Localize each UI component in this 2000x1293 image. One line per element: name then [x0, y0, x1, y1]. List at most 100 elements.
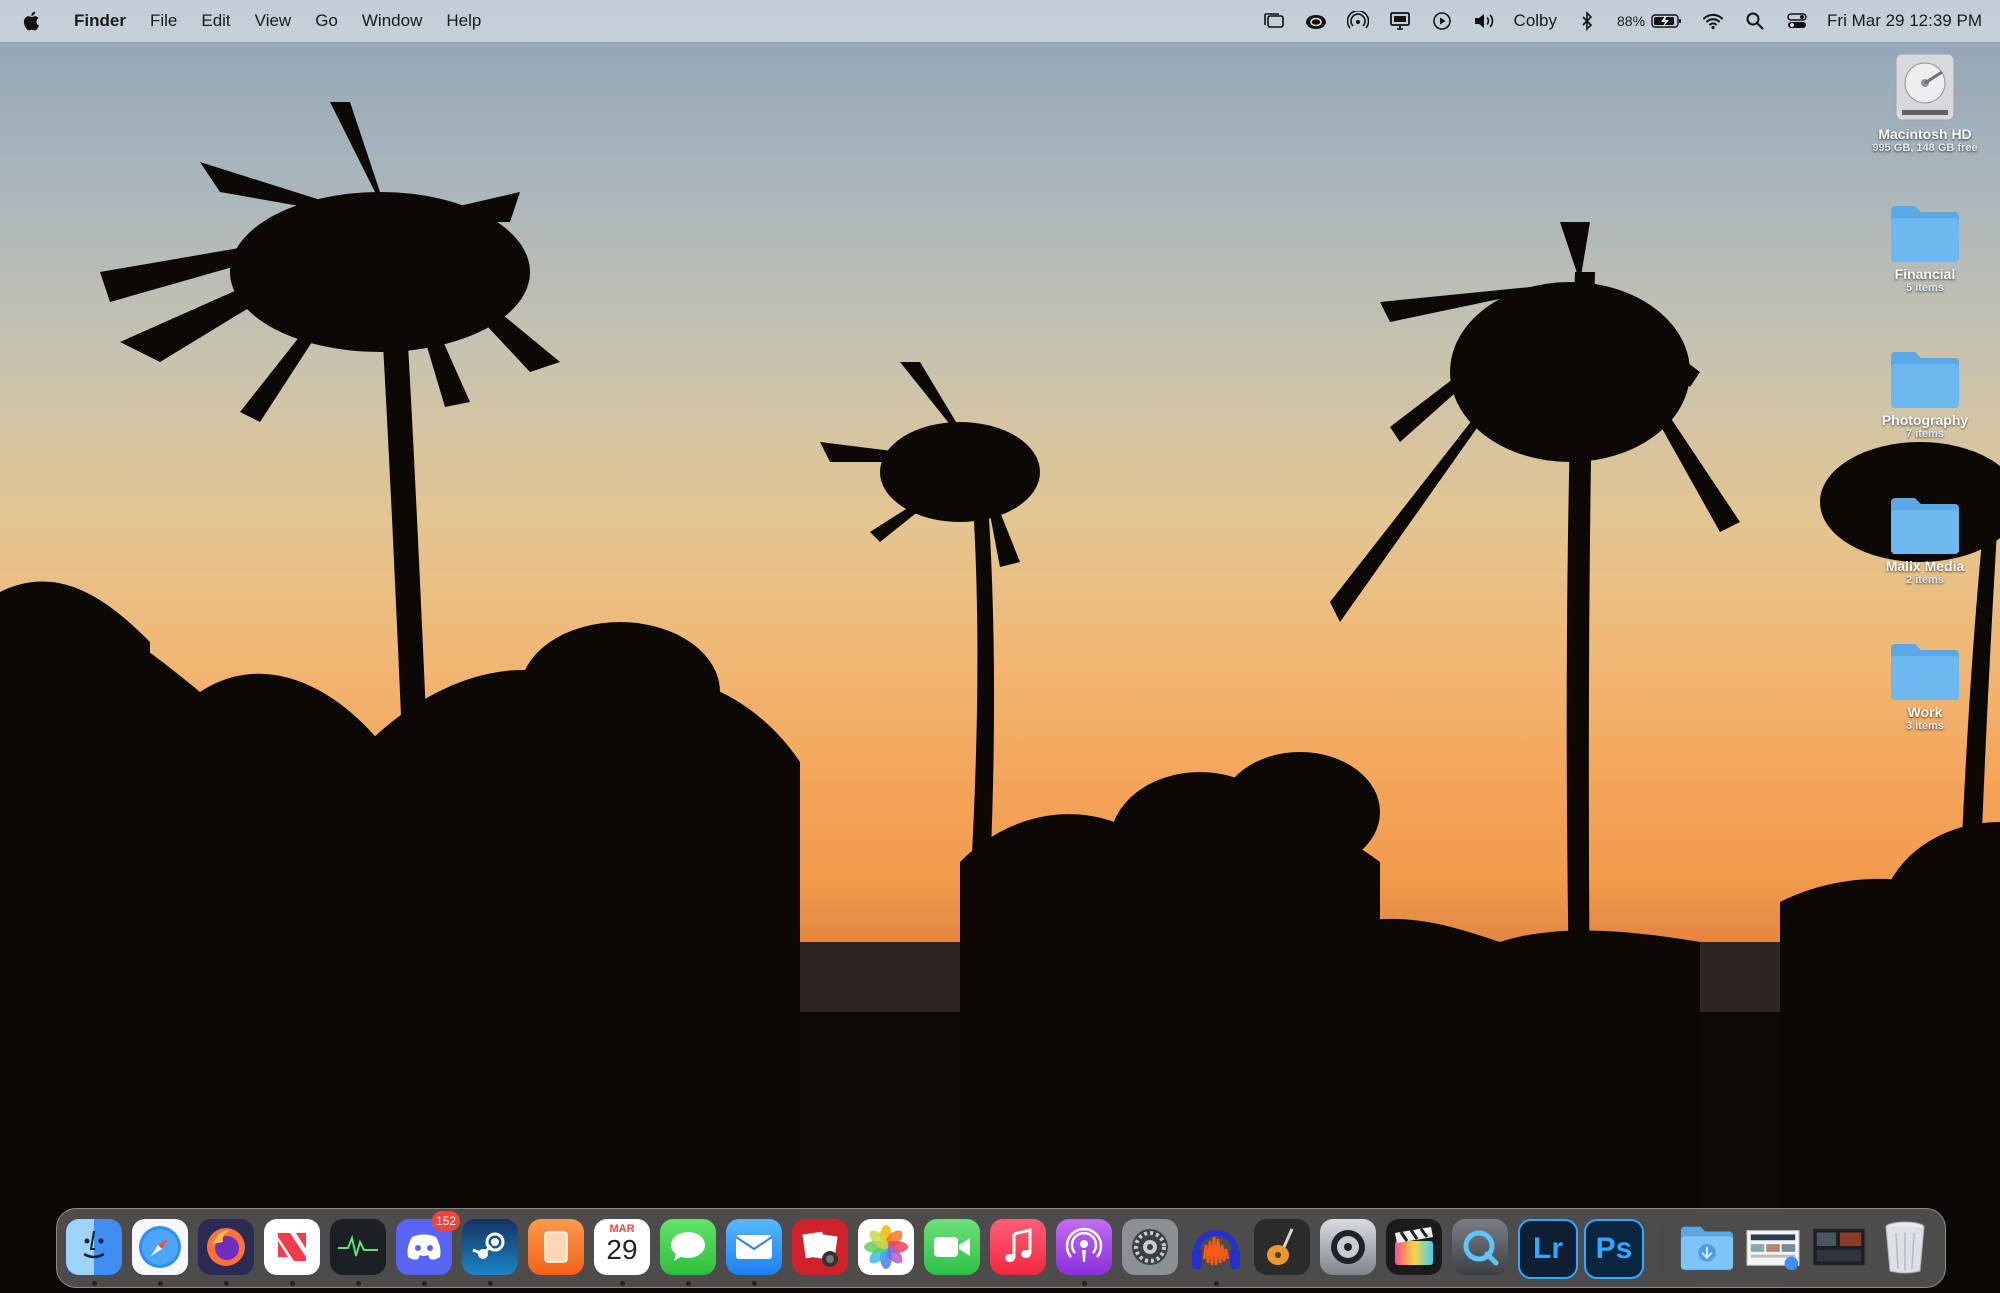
desktop-item-label: Macintosh HD [1878, 126, 1972, 142]
menu-go[interactable]: Go [303, 0, 350, 42]
desktop-item-label: Financial [1894, 266, 1956, 282]
dock-lightroom[interactable]: Lr [1518, 1219, 1578, 1279]
creative-cloud-icon[interactable] [1304, 9, 1328, 33]
guitar-icon [1267, 1228, 1294, 1265]
dock: 152 MAR 29 Lr Ps [56, 1208, 1946, 1288]
battery-charging-icon [1651, 9, 1683, 33]
desktop-folder-malix-media[interactable]: Malix Media 2 items [1855, 492, 1995, 586]
desktop-folder-financial[interactable]: Financial 5 items [1855, 200, 1995, 294]
dock-garageband[interactable] [1254, 1219, 1310, 1275]
running-indicator [422, 1281, 427, 1286]
running-indicator [1082, 1281, 1087, 1286]
running-indicator [290, 1281, 295, 1286]
running-indicator [686, 1281, 691, 1286]
messages-bubble-icon [671, 1232, 705, 1261]
desktop-item-info: 3 items [1906, 720, 1944, 732]
dock-calendar[interactable]: MAR 29 [594, 1219, 650, 1275]
music-note-icon [1005, 1228, 1032, 1262]
desktop-item-info: 7 items [1906, 428, 1944, 440]
wallpaper-palm-sunset [0, 102, 2000, 1293]
dock-audacity[interactable] [1188, 1219, 1244, 1275]
menu-view[interactable]: View [243, 0, 304, 42]
steam-icon [472, 1232, 505, 1259]
control-center-icon[interactable] [1785, 9, 1809, 33]
dock-system-settings[interactable] [1122, 1219, 1178, 1275]
dock-trash[interactable] [1877, 1219, 1933, 1275]
running-indicator [488, 1281, 493, 1286]
running-indicator [224, 1281, 229, 1286]
clock[interactable]: Fri Mar 29 12:39 PM [1827, 11, 1982, 31]
downloads-folder-icon [1680, 1226, 1734, 1271]
dock-mail[interactable] [726, 1219, 782, 1275]
desktop-folder-work[interactable]: Work 3 items [1855, 638, 1995, 732]
desktop-item-info: 995 GB, 148 GB free [1872, 142, 1978, 154]
dock-discord[interactable]: 152 [396, 1211, 460, 1275]
user-name[interactable]: Colby [1514, 11, 1557, 31]
desktop-item-label: Malix Media [1885, 558, 1965, 574]
menu-file[interactable]: File [138, 0, 189, 42]
dock-podcasts[interactable] [1056, 1219, 1112, 1275]
dock-quicktime[interactable] [1452, 1219, 1508, 1275]
running-indicator [158, 1281, 163, 1286]
hard-drive-icon [1855, 50, 1995, 126]
display-icon[interactable] [1388, 9, 1412, 33]
gear-icon [1132, 1229, 1168, 1265]
dock-photo-booth[interactable] [792, 1219, 848, 1275]
dock-safari[interactable] [132, 1219, 188, 1275]
dock-activity-monitor[interactable] [330, 1219, 386, 1275]
mail-envelope-icon [735, 1235, 773, 1259]
dock-firefox[interactable] [198, 1219, 254, 1275]
pages-icon [544, 1231, 568, 1263]
dock-facetime[interactable] [924, 1219, 980, 1275]
wifi-icon[interactable] [1701, 9, 1725, 33]
dock-documents-stack[interactable] [1745, 1219, 1801, 1275]
dock-final-cut-pro[interactable] [1386, 1219, 1442, 1275]
photoshop-label: Ps [1595, 1232, 1633, 1265]
dock-photos[interactable] [858, 1219, 914, 1275]
desktop-item-label: Photography [1881, 412, 1969, 428]
facetime-camera-icon [934, 1237, 970, 1257]
stage-manager-icon[interactable] [1262, 9, 1286, 33]
airdrop-icon[interactable] [1346, 9, 1370, 33]
menu-window[interactable]: Window [350, 0, 434, 42]
running-indicator [752, 1281, 757, 1286]
running-indicator [620, 1281, 625, 1286]
battery-status[interactable]: 88% [1617, 9, 1683, 33]
lightroom-label: Lr [1533, 1232, 1563, 1265]
document-stack-icon [1746, 1230, 1800, 1271]
battery-percent: 88% [1617, 13, 1646, 29]
menu-help[interactable]: Help [434, 0, 493, 42]
dock-messages[interactable] [660, 1219, 716, 1275]
dock-steam[interactable] [462, 1219, 518, 1275]
finder-face-icon [83, 1230, 105, 1259]
activity-graph-icon [338, 1234, 378, 1257]
running-indicator [1214, 1281, 1219, 1286]
menu-app-finder[interactable]: Finder [62, 0, 138, 42]
desktop-item-info: 5 items [1906, 282, 1944, 294]
folder-icon [1855, 200, 1995, 266]
photos-flower-icon [864, 1225, 908, 1269]
bluetooth-icon[interactable] [1575, 9, 1599, 33]
desktop-item-label: Work [1907, 704, 1943, 720]
desktop-folder-photography[interactable]: Photography 7 items [1855, 346, 1995, 440]
volume-icon[interactable] [1472, 9, 1496, 33]
dock-music[interactable] [990, 1219, 1046, 1275]
dock-pages[interactable] [528, 1219, 584, 1275]
desktop-item-macintosh-hd[interactable]: Macintosh HD 995 GB, 148 GB free [1855, 50, 1995, 154]
screenshot-stack-icon [1812, 1228, 1866, 1266]
quicktime-icon [1463, 1230, 1499, 1266]
dock-news[interactable] [264, 1219, 320, 1275]
trash-icon [1885, 1221, 1925, 1274]
spotlight-search-icon[interactable] [1743, 9, 1767, 33]
podcasts-icon [1065, 1227, 1103, 1262]
running-indicator [92, 1281, 97, 1286]
dock-photoshop[interactable]: Ps [1584, 1219, 1644, 1279]
apple-logo-icon[interactable] [22, 9, 44, 33]
now-playing-icon[interactable] [1430, 9, 1454, 33]
menu-edit[interactable]: Edit [189, 0, 242, 42]
news-icon [278, 1233, 306, 1261]
dock-finder[interactable] [66, 1219, 122, 1275]
dock-compressor[interactable] [1320, 1219, 1376, 1275]
dock-screenshots-stack[interactable] [1811, 1219, 1867, 1275]
dock-downloads-stack[interactable] [1679, 1219, 1735, 1275]
